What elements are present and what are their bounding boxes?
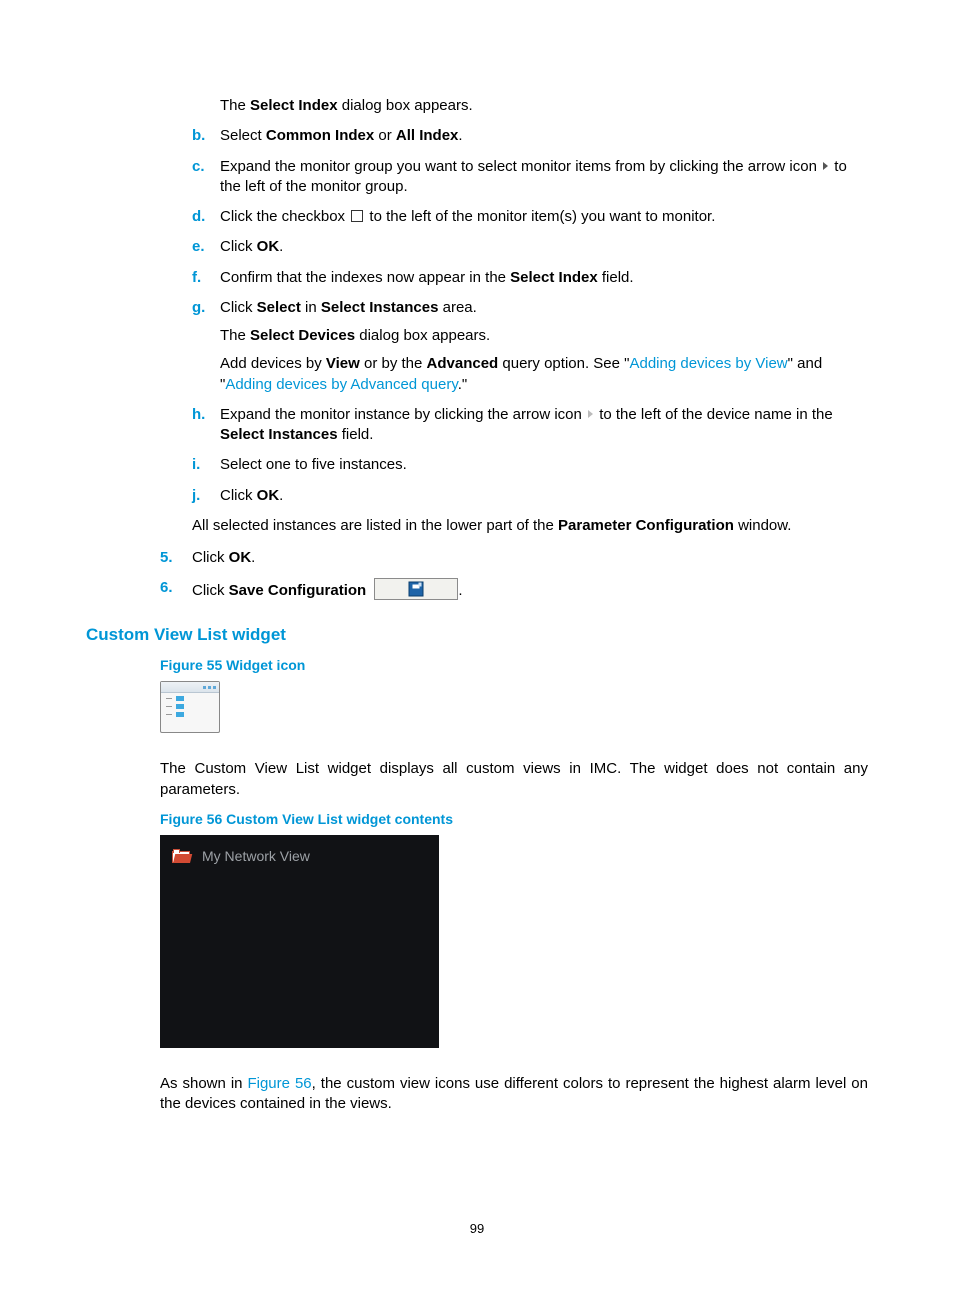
marker-5: 5. [160,548,192,568]
link-figure-56[interactable]: Figure 56 [247,1075,311,1092]
folder-icon [172,849,190,863]
figure-56-caption: Figure 56 Custom View List widget conten… [86,810,868,829]
marker-6: 6. [160,578,192,601]
step-a-result: The Select Index dialog box appears. [220,96,868,116]
step-5: Click OK. [192,548,868,568]
step-c: Expand the monitor group you want to sel… [220,157,868,198]
step-g-add: Add devices by View or by the Advanced q… [220,354,868,395]
step-h: Expand the monitor instance by clicking … [220,405,868,446]
marker-h: h. [192,405,220,446]
figure-56-item-label: My Network View [202,847,310,866]
step-g: Click Select in Select Instances area. [220,298,868,318]
marker-g: g. [192,298,220,395]
marker-f: f. [192,268,220,288]
link-adding-by-view[interactable]: Adding devices by View [629,355,787,372]
step-d: Click the checkbox to the left of the mo… [220,207,868,227]
figure-55-caption: Figure 55 Widget icon [86,656,868,675]
marker-b: b. [192,126,220,146]
arrow-right-icon [823,162,828,170]
checkbox-icon [351,210,363,222]
spacer [192,96,220,116]
heading-custom-view-list-widget: Custom View List widget [86,624,868,647]
step-i: Select one to five instances. [220,455,868,475]
lettered-sublist: The Select Index dialog box appears. b. … [86,96,868,506]
step-j: Click OK. [220,486,868,506]
link-adding-by-advanced[interactable]: Adding devices by Advanced query [225,376,457,393]
step-6: Click Save Configuration . [192,578,868,601]
para-explanation: As shown in Figure 56, the custom view i… [86,1074,868,1115]
widget-icon-image [160,681,220,733]
step-f: Confirm that the indexes now appear in t… [220,268,868,288]
para-description: The Custom View List widget displays all… [86,759,868,800]
after-list-note: All selected instances are listed in the… [86,516,868,536]
marker-c: c. [192,157,220,198]
figure-56-image: My Network View [160,835,439,1048]
marker-i: i. [192,455,220,475]
numbered-list: 5. Click OK. 6. Click Save Configuration [86,548,868,602]
page-number: 99 [0,1221,954,1236]
step-g-result: The Select Devices dialog box appears. [220,326,868,346]
step-b: Select Common Index or All Index. [220,126,868,146]
marker-d: d. [192,207,220,227]
save-configuration-button-image [374,578,458,600]
step-e: Click OK. [220,237,868,257]
marker-e: e. [192,237,220,257]
arrow-right-outline-icon [588,410,593,418]
marker-j: j. [192,486,220,506]
